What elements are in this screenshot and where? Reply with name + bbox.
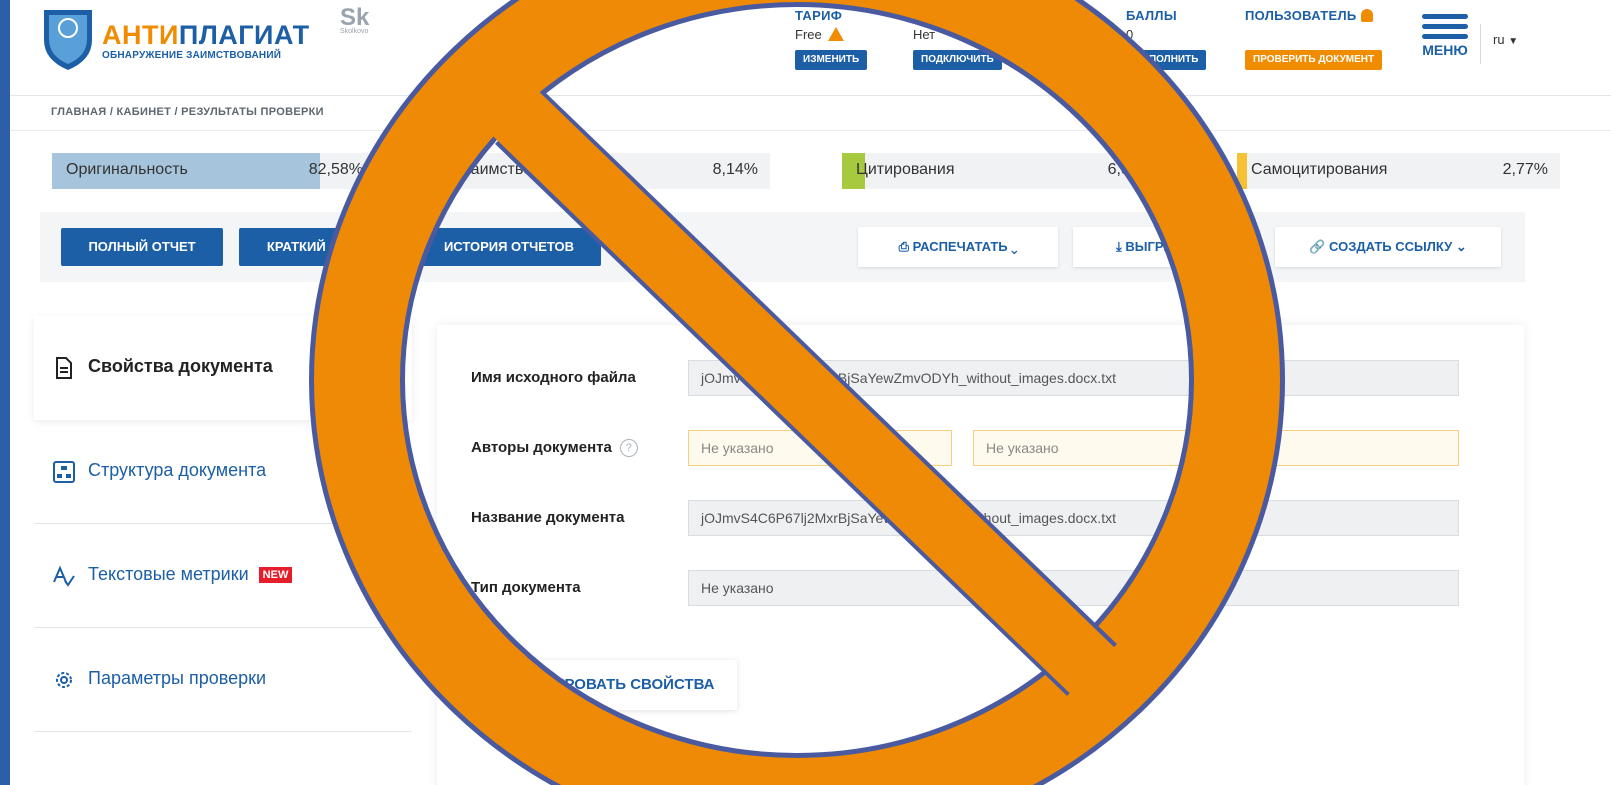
warning-icon [827,27,844,41]
skolkovo-logo: Sk Skolkovo [340,4,370,36]
download-icon: ⤓ [1116,239,1122,254]
new-badge: NEW [258,567,293,583]
user-title: ПОЛЬЗОВАТЕЛЬ [1245,8,1357,23]
collections-title: КОЛЛЕКЦИИ [913,8,997,23]
sidebar-item-check-parameters[interactable]: Параметры проверки [34,628,412,732]
collections-value[interactable]: Нет [913,27,1002,45]
edit-properties-button[interactable]: РЕДАКТИРОВАТЬ СВОЙСТВА [471,660,737,710]
export-button[interactable]: ⤓ ВЫГРУЗИТЬ ⌄ [1073,227,1259,267]
sidebar-item-text-metrics[interactable]: Текстовые метрики NEW [34,524,412,628]
stat-value: 2,77% [1502,161,1548,178]
points-block: БАЛЛЫ 0 ПОПОЛНИТЬ [1126,8,1207,70]
stat-label: Заимствования [461,161,576,178]
stat-value: 6,51% [1107,161,1153,178]
gear-icon [56,672,72,688]
divider [10,130,1611,131]
document-icon [56,357,72,379]
create-link-button[interactable]: 🔗 СОЗДАТЬ ССЫЛКУ ⌄ [1275,227,1501,267]
tariff-value: Free [795,27,822,42]
language-selector[interactable]: ru ▼ [1480,24,1518,64]
stat-label: Оригинальность [66,161,188,178]
author-field-2[interactable]: Не указано [973,430,1459,466]
text-metrics-label: Текстовые метрики [88,564,249,584]
sidebar-item-label: Текстовые метрики NEW [88,564,293,585]
print-label: РАСПЕЧАТАТЬ [912,239,1008,254]
create-link-label: СОЗДАТЬ ССЫЛКУ [1329,239,1453,254]
brand-name-part1: АНТИ [102,20,179,50]
type-field: Не указано [688,570,1459,606]
chevron-down-icon: ⌄ [1011,239,1018,254]
authors-label-row: Авторы документа? [471,439,638,457]
tariff-title: ТАРИФ [795,8,843,23]
collections-block: КОЛЛЕКЦИИ Нет ПОДКЛЮЧИТЬ [913,8,1002,70]
help-icon[interactable]: ? [619,439,638,457]
user-value [1245,27,1382,45]
text-metrics-icon [53,565,75,587]
change-tariff-button[interactable]: ИЗМЕНИТЬ [795,50,868,70]
filename-label: Имя исходного файла [471,369,636,386]
top-header: АНТИПЛАГИАТ ОБНАРУЖЕНИЕ ЗАИМСТВОВАНИЙ Sk… [10,0,1611,96]
link-icon: 🔗 [1309,239,1326,254]
history-reports-button[interactable]: ИСТОРИЯ ОТЧЕТОВ [417,228,601,266]
partner-logo-sub: Skolkovo [340,28,369,35]
stat-self-citations[interactable]: Самоцитирования 2,77% [1237,153,1560,189]
chevron-down-icon: ⌄ [1209,239,1216,254]
language-value: ru [1493,32,1505,47]
sidebar-item-label: Структура документа [88,460,267,480]
menu-label: МЕНЮ [1422,42,1468,58]
sidebar-item-label: Параметры проверки [88,668,267,688]
top-up-button[interactable]: ПОПОЛНИТЬ [1126,50,1207,70]
print-button[interactable]: ⎙ РАСПЕЧАТАТЬ ⌄ [858,227,1058,267]
breadcrumb[interactable]: ГЛАВНАЯ / КАБИНЕТ / РЕЗУЛЬТАТЫ ПРОВЕРКИ [51,106,324,118]
points-value: 0 [1126,27,1134,42]
title-field: jOJmvS4C6P67lj2MxrBjSaYewZmvODYh_without… [688,500,1459,536]
sidebar-item-document-properties[interactable]: Свойства документа [34,316,412,420]
title-label: Название документа [471,509,625,526]
stat-borrowings[interactable]: Заимствования 8,14% [447,153,770,189]
author-field-1[interactable]: Не указано [688,430,952,466]
partner-logo-mark: Sk [340,4,370,31]
filename-field: jOJmvS4C6P67lj2MxrBjSaYewZmvODYh_without… [688,360,1459,396]
stat-originality[interactable]: Оригинальность 82,58% [52,153,375,189]
brand-subtitle: ОБНАРУЖЕНИЕ ЗАИМСТВОВАНИЙ [102,50,282,61]
short-report-button[interactable]: КРАТКИЙ ОТЧЕТ [239,228,401,266]
app-window: АНТИПЛАГИАТ ОБНАРУЖЕНИЕ ЗАИМСТВОВАНИЙ Sk… [10,0,1611,785]
stat-label: Цитирования [856,161,955,178]
connect-collections-button[interactable]: ПОДКЛЮЧИТЬ [913,50,1002,70]
user-block: ПОЛЬЗОВАТЕЛЬ ПРОВЕРИТЬ ДОКУМЕНТ [1245,8,1383,70]
authors-label: Авторы документа [471,439,612,456]
stat-value: 82,58% [308,161,363,178]
stat-citations[interactable]: Цитирования 6,51% [842,153,1165,189]
brand-logo[interactable]: АНТИПЛАГИАТ ОБНАРУЖЕНИЕ ЗАИМСТВОВАНИЙ [102,20,310,62]
report-toolbar: ПОЛНЫЙ ОТЧЕТ КРАТКИЙ ОТЧЕТ ИСТОРИЯ ОТЧЕТ… [40,212,1525,282]
export-label: ВЫГРУЗИТЬ [1125,239,1207,254]
full-report-button[interactable]: ПОЛНЫЙ ОТЧЕТ [61,228,223,266]
chevron-down-icon: ▼ [1508,36,1519,47]
self-citations-fill [1237,153,1247,189]
document-properties-panel: Имя исходного файла jOJmvS4C6P67lj2MxrBj… [437,325,1524,785]
stat-value: 8,14% [712,161,758,178]
sidebar-item-label: Свойства документа [88,356,273,376]
type-label: Тип документа [471,579,581,596]
check-document-button[interactable]: ПРОВЕРИТЬ ДОКУМЕНТ [1245,50,1383,70]
sidebar-item-document-structure[interactable]: Структура документа [34,420,412,524]
bell-icon[interactable] [1360,9,1373,22]
tariff-block: ТАРИФ Free ИЗМЕНИТЬ [795,8,868,70]
menu-button[interactable]: МЕНЮ [1422,14,1468,58]
printer-icon: ⎙ [898,239,909,254]
chevron-down-icon: ⌄ [1455,239,1467,254]
brand-name-part2: ПЛАГИАТ [178,20,310,50]
structure-icon [53,461,75,483]
shield-logo-icon[interactable] [40,6,96,72]
points-title: БАЛЛЫ [1126,8,1177,23]
stat-label: Самоцитирования [1251,161,1388,178]
hamburger-icon [1422,14,1468,39]
